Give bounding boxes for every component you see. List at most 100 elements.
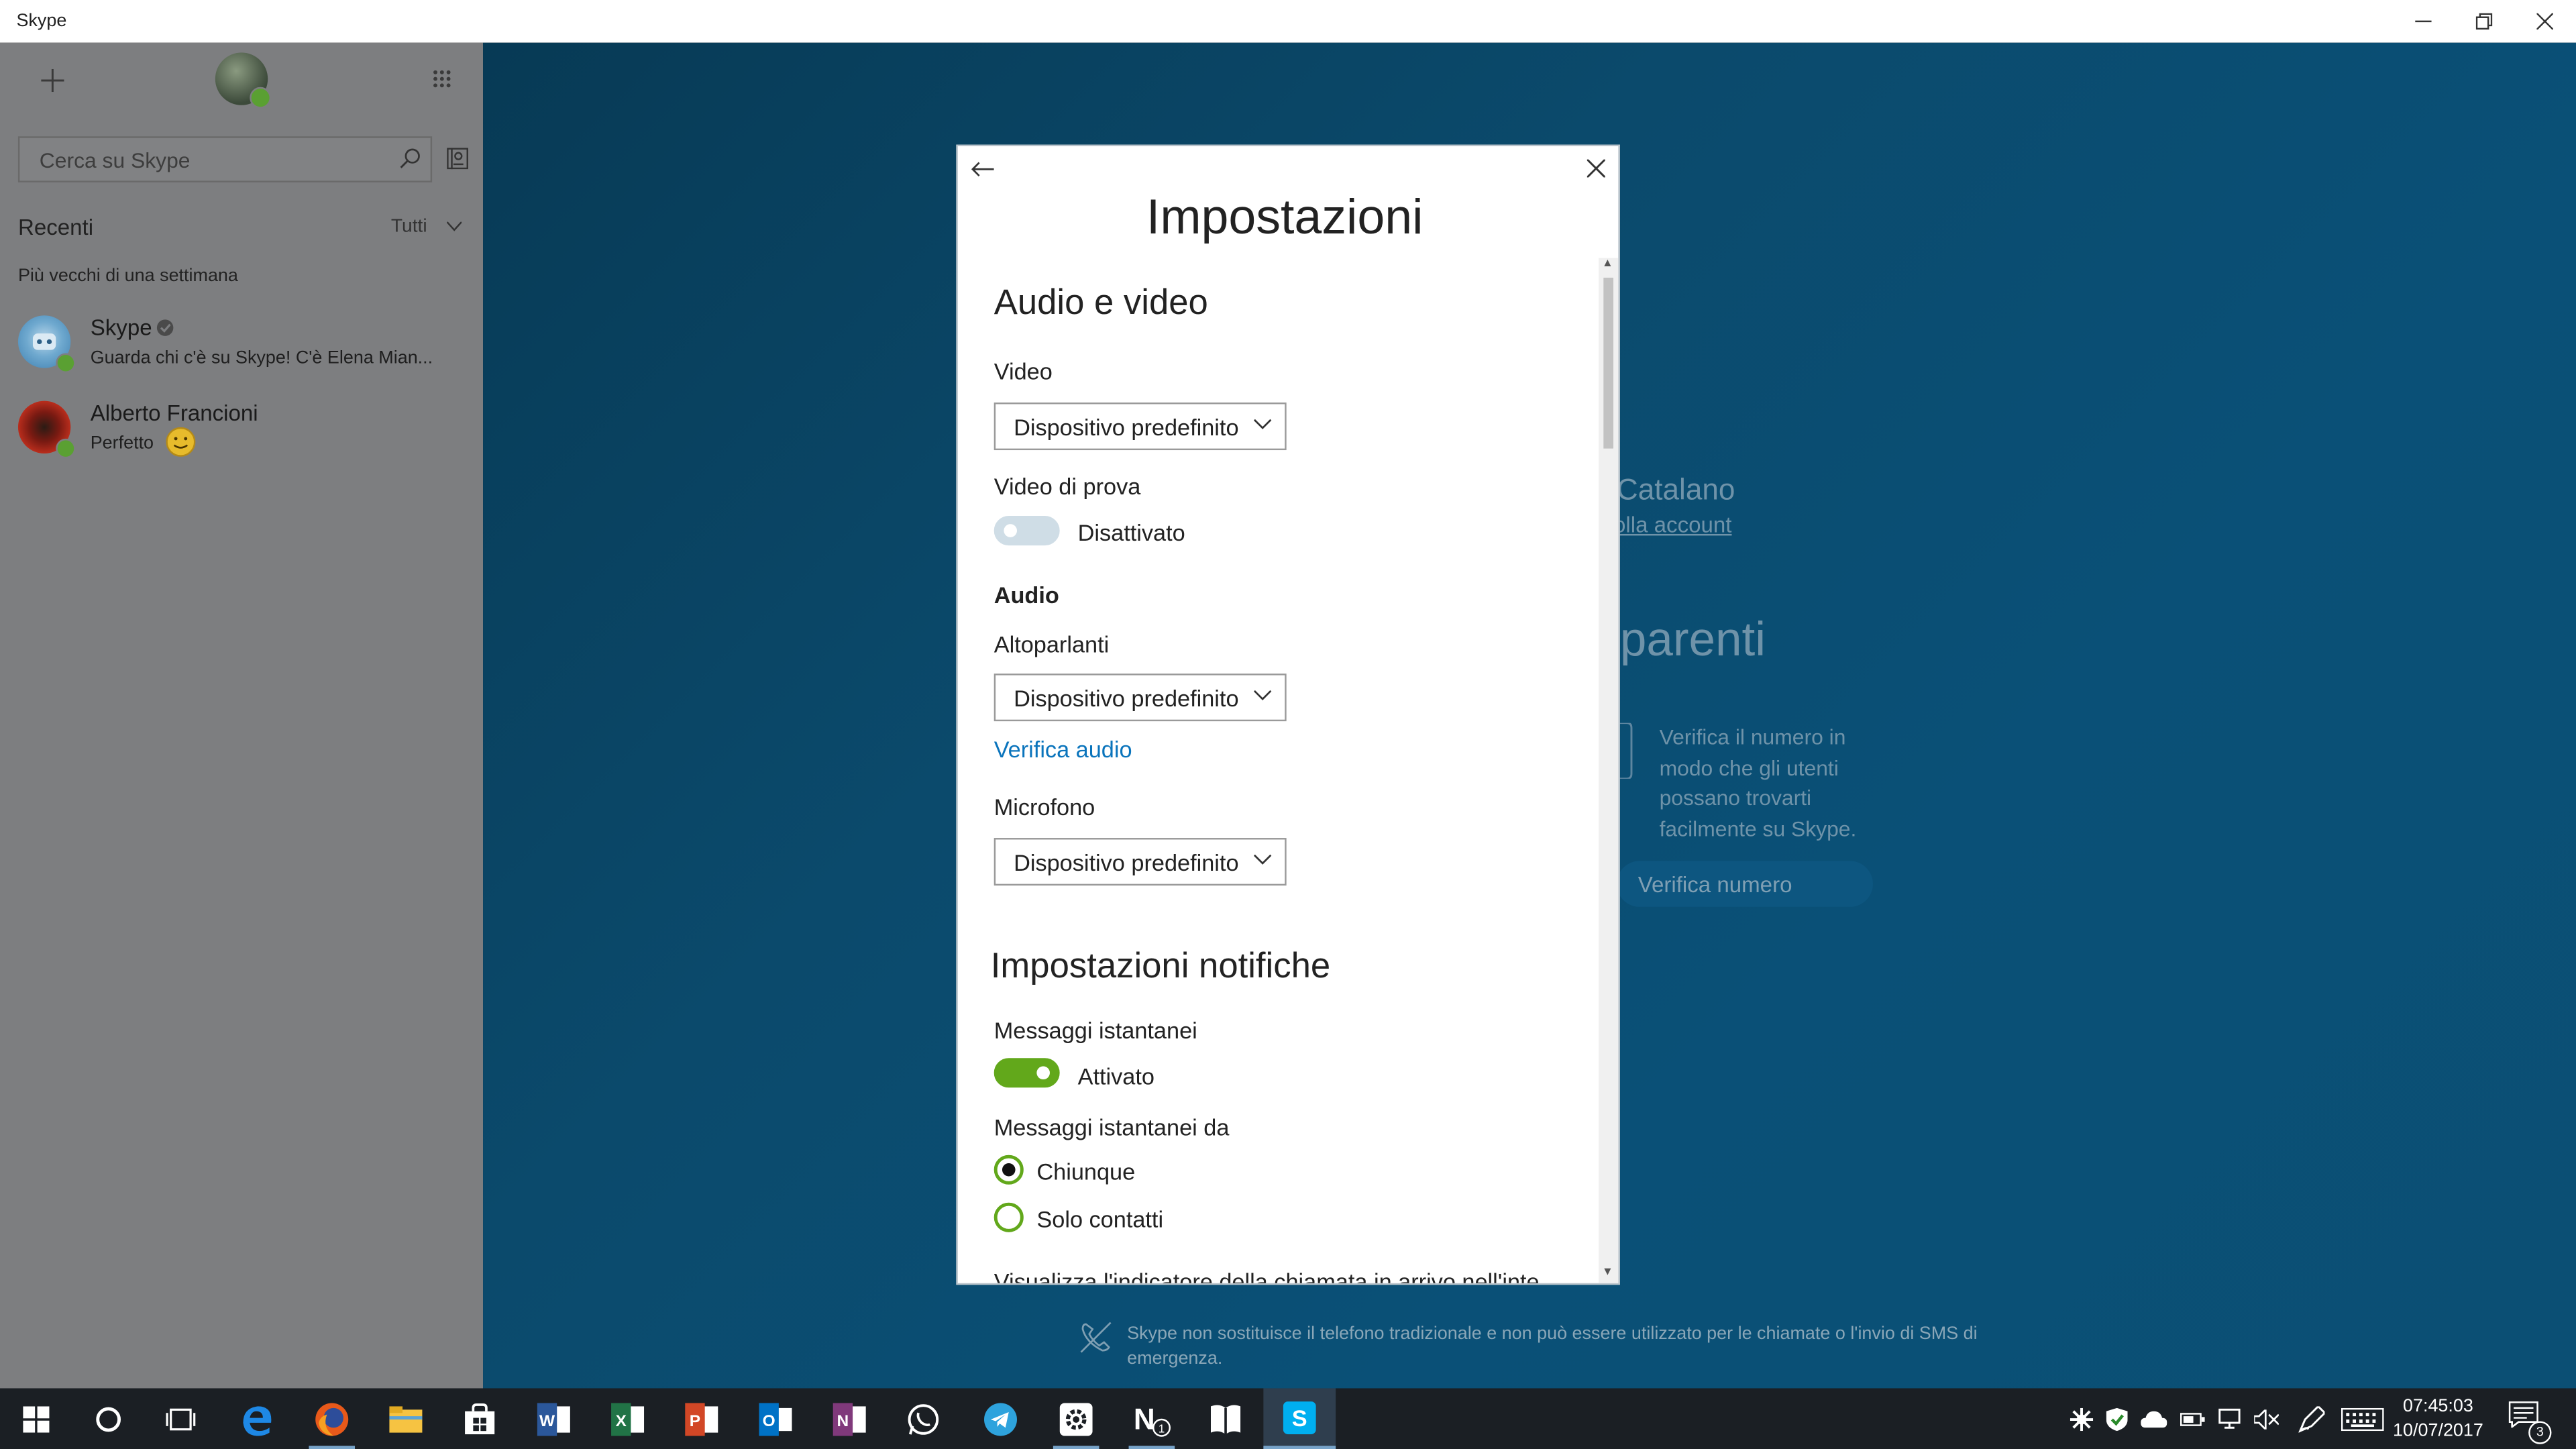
profile-avatar[interactable] [215, 52, 272, 109]
clock[interactable]: 07:45:03 10/07/2017 [2392, 1395, 2484, 1444]
windows-logo-icon [23, 1405, 50, 1432]
onedrive-cloud-icon[interactable] [2141, 1409, 2167, 1428]
search-box [17, 136, 433, 182]
contact-avatar [17, 400, 76, 459]
scroll-down-arrow-icon[interactable]: ▼ [1602, 1267, 1613, 1278]
radio-anyone[interactable] [994, 1155, 1024, 1185]
verified-icon [156, 319, 174, 336]
taskbar-word[interactable]: W [517, 1388, 590, 1449]
online-status-badge [56, 438, 76, 459]
conversation-item[interactable]: Alberto Francioni Perfetto [0, 400, 483, 480]
action-center-button[interactable]: 3 [2508, 1401, 2552, 1444]
taskbar-store[interactable] [443, 1388, 516, 1449]
network-icon[interactable] [2218, 1408, 2241, 1430]
verify-info-text: Verifica il numero in modo che gli utent… [1659, 724, 1857, 841]
sidebar: Recenti Tutti Più vecchi di una settiman… [0, 42, 484, 1389]
chevron-down-icon [1253, 854, 1272, 865]
search-icon[interactable] [399, 148, 421, 169]
recent-title: Recenti [17, 215, 94, 240]
whatsapp-icon [908, 1403, 939, 1434]
contacts-button[interactable] [447, 148, 468, 177]
taskbar-outlook[interactable]: O [739, 1388, 812, 1449]
message-preview: Perfetto [90, 433, 154, 453]
instant-messages-toggle[interactable] [994, 1058, 1060, 1088]
restore-button[interactable] [2453, 0, 2514, 43]
radio-contacts-only[interactable] [994, 1202, 1024, 1232]
plus-icon [41, 68, 64, 93]
minimize-button[interactable] [2392, 0, 2453, 43]
store-bag-icon [465, 1402, 495, 1434]
online-status-badge [56, 353, 76, 373]
taskbar-file-explorer[interactable] [370, 1388, 442, 1449]
bookmark-app-icon [1210, 1404, 1241, 1434]
contact-name: Alberto Francioni [90, 400, 258, 426]
notifications-heading: Impostazioni notifiche [990, 946, 1331, 986]
taskbar-onenote[interactable]: N [813, 1388, 885, 1449]
scrollbar-thumb[interactable] [1603, 277, 1614, 449]
volume-muted-icon[interactable] [2254, 1409, 2279, 1429]
taskbar-bookmark-app[interactable] [1189, 1388, 1262, 1449]
taskbar-gear-app[interactable] [1040, 1388, 1112, 1449]
taskbar-telegram[interactable] [965, 1388, 1037, 1449]
profile-name-fragment: Catalano [1616, 473, 1735, 506]
word-icon: W [537, 1402, 570, 1436]
window-title: Skype [16, 11, 67, 32]
svg-text:W: W [539, 1411, 555, 1430]
speakers-device-dropdown[interactable]: Dispositivo predefinito [994, 674, 1287, 722]
scrollbar[interactable]: ▲ ▼ [1598, 258, 1619, 1283]
folder-icon [389, 1405, 423, 1432]
video-preview-label: Video di prova [994, 473, 1141, 500]
video-device-dropdown[interactable]: Dispositivo predefinito [994, 402, 1287, 451]
close-dialog-button[interactable] [1586, 156, 1606, 186]
taskbar-onenote-badge[interactable]: N1 [1116, 1388, 1188, 1449]
video-device-value: Dispositivo predefinito [1014, 414, 1239, 441]
taskbar-edge[interactable] [222, 1388, 294, 1449]
chevron-down-icon [1253, 419, 1272, 429]
verify-number-button[interactable]: Verifica numero [1616, 861, 1873, 907]
instant-messages-label: Messaggi istantanei [994, 1016, 1197, 1044]
onenote-badge-icon: N1 [1134, 1402, 1171, 1436]
svg-text:X: X [616, 1411, 627, 1430]
search-input[interactable] [36, 146, 388, 174]
skype-icon: S [1283, 1400, 1316, 1434]
new-conversation-button[interactable] [41, 66, 64, 99]
pen-workspace-icon[interactable] [2298, 1405, 2325, 1432]
cortana-button[interactable] [72, 1388, 145, 1449]
video-preview-toggle[interactable] [994, 516, 1060, 546]
taskbar-whatsapp[interactable] [888, 1388, 960, 1449]
svg-text:1: 1 [1159, 1421, 1165, 1434]
scroll-up-arrow-icon[interactable]: ▲ [1602, 258, 1613, 270]
audio-heading: Audio [994, 581, 1059, 608]
shield-icon[interactable] [2106, 1407, 2128, 1430]
audio-video-heading: Audio e video [994, 282, 1208, 323]
chevron-down-icon[interactable] [447, 221, 462, 232]
start-button[interactable] [0, 1388, 72, 1449]
battery-icon[interactable] [2180, 1409, 2205, 1428]
network-sync-icon[interactable] [2070, 1407, 2094, 1430]
touch-keyboard-icon[interactable] [2341, 1407, 2384, 1430]
taskbar-excel[interactable]: X [592, 1388, 664, 1449]
microphone-device-dropdown[interactable]: Dispositivo predefinito [994, 838, 1287, 886]
outlook-icon: O [759, 1402, 792, 1436]
taskbar-powerpoint[interactable]: P [665, 1388, 738, 1449]
taskbar-firefox[interactable] [296, 1388, 368, 1449]
taskbar-skype[interactable]: S [1263, 1388, 1336, 1449]
svg-text:O: O [763, 1411, 775, 1430]
svg-text:P: P [690, 1411, 700, 1430]
account-link[interactable]: olla account [1613, 513, 1731, 537]
back-button[interactable] [971, 156, 994, 184]
restore-icon [2475, 13, 2492, 30]
verify-audio-link[interactable]: Verifica audio [994, 736, 1132, 762]
dial-pad-button[interactable] [432, 67, 451, 97]
toggle-knob [1036, 1066, 1050, 1080]
back-arrow-icon [971, 162, 994, 177]
conversation-item[interactable]: Skype Guarda chi c'è su Skype! C'è Elena… [0, 315, 483, 394]
older-than-week-label: Più vecchi di una settimana [17, 266, 238, 286]
emergency-notice: Skype non sostituisce il telefono tradiz… [1127, 1324, 1978, 1369]
firefox-icon [315, 1402, 349, 1436]
clock-date: 10/07/2017 [2393, 1421, 2483, 1441]
task-view-button[interactable] [145, 1388, 217, 1449]
close-window-button[interactable] [2514, 0, 2575, 43]
dialog-title: Impostazioni [1146, 191, 1424, 245]
filter-dropdown[interactable]: Tutti [391, 217, 427, 236]
